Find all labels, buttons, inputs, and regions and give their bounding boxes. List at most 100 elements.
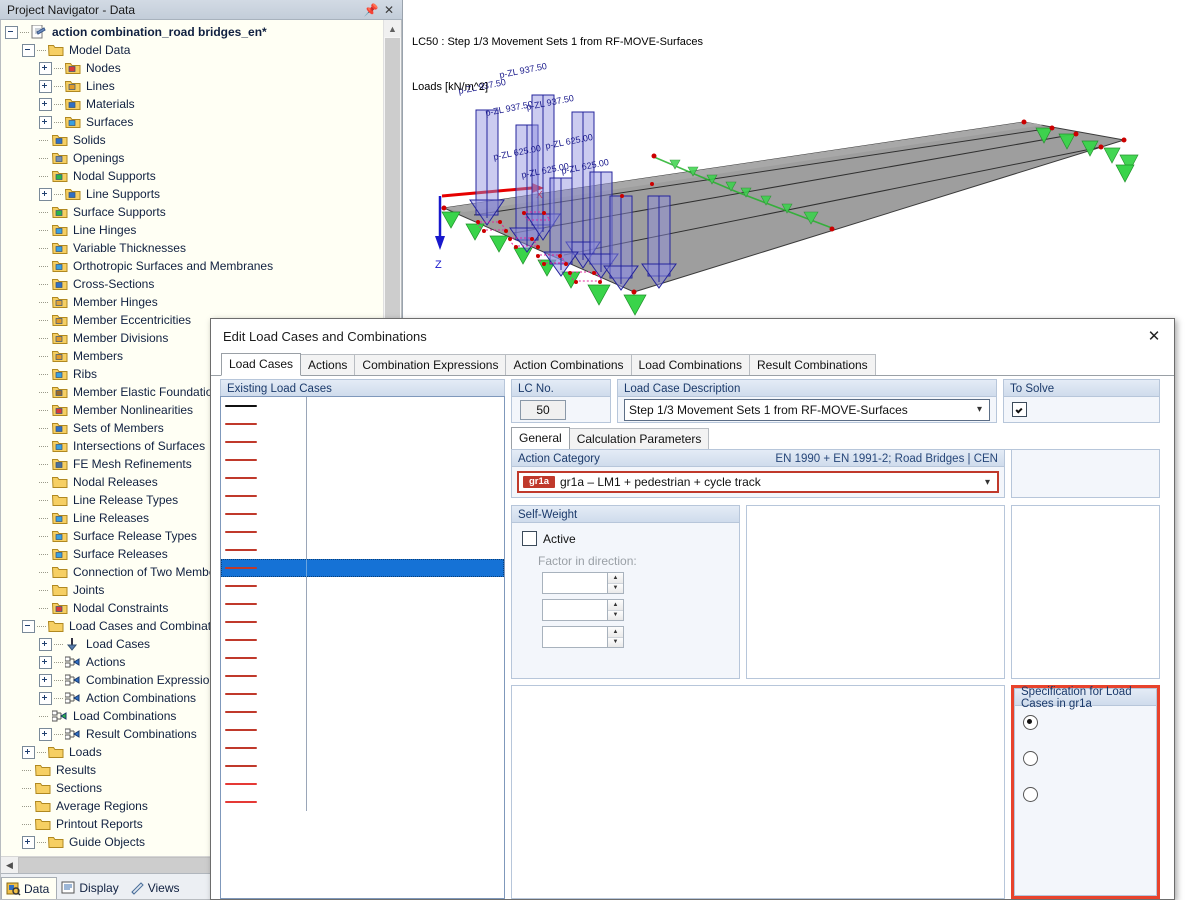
dialog-tab-result-combinations[interactable]: Result Combinations	[748, 354, 876, 375]
navigator-tab-display[interactable]: Display	[57, 877, 125, 899]
tree-item-orthotropic-surfaces-and-membranes[interactable]: Orthotropic Surfaces and Membranes	[1, 257, 384, 275]
collapse-icon[interactable]	[22, 853, 35, 854]
tree-item-materials[interactable]: Materials	[1, 95, 384, 113]
self-weight-active-checkbox[interactable]	[522, 531, 537, 546]
specification-radio[interactable]	[1023, 787, 1038, 802]
specification-radio[interactable]	[1023, 751, 1038, 766]
specification-option[interactable]	[1023, 751, 1148, 766]
load-case-row[interactable]	[221, 631, 504, 649]
tree-item-solids[interactable]: Solids	[1, 131, 384, 149]
expand-icon[interactable]	[22, 835, 35, 849]
navigator-vscroll-thumb[interactable]	[385, 38, 400, 318]
specification-option[interactable]	[1023, 787, 1148, 802]
collapse-icon[interactable]	[5, 25, 18, 39]
action-category-combo[interactable]: gr1a gr1a – LM1 + pedestrian + cycle tra…	[517, 471, 999, 493]
navigator-tab-views[interactable]: Views	[126, 877, 187, 899]
dialog-tab-load-combinations[interactable]: Load Combinations	[630, 354, 750, 375]
expand-icon[interactable]	[39, 61, 52, 75]
tree-item-cross-sections[interactable]: Cross-Sections	[1, 275, 384, 293]
expand-icon[interactable]	[39, 79, 52, 93]
tree-item-model-data[interactable]: Model Data	[1, 41, 384, 59]
expand-icon[interactable]	[39, 727, 52, 741]
chevron-left-icon[interactable]: ◀	[1, 858, 18, 873]
stepper-up-icon[interactable]: ▲	[608, 600, 623, 610]
load-case-row[interactable]	[221, 703, 504, 721]
expand-icon[interactable]	[22, 745, 35, 759]
self-weight-factor-input[interactable]	[543, 573, 607, 593]
load-case-row[interactable]	[221, 541, 504, 559]
dialog-tab-combination-expressions[interactable]: Combination Expressions	[354, 354, 507, 375]
collapse-icon[interactable]	[22, 619, 35, 633]
tree-item-surface-supports[interactable]: Surface Supports	[1, 203, 384, 221]
load-case-row[interactable]	[221, 523, 504, 541]
specification-radio[interactable]	[1023, 715, 1038, 730]
self-weight-factor-input[interactable]	[543, 600, 607, 620]
tree-item-nodal-supports[interactable]: Nodal Supports	[1, 167, 384, 185]
model-viewport[interactable]: LC50 : Step 1/3 Movement Sets 1 from RF-…	[404, 0, 1200, 318]
stepper-down-icon[interactable]: ▼	[608, 609, 623, 620]
pin-icon[interactable]: 📌	[362, 2, 380, 18]
dialog-tab-load-cases[interactable]: Load Cases	[221, 353, 302, 376]
load-case-row[interactable]	[221, 793, 504, 811]
expand-icon[interactable]	[39, 691, 52, 705]
dialog-sub-tabs[interactable]: General Calculation Parameters	[511, 427, 1160, 450]
stepper-buttons[interactable]: ▲ ▼	[607, 600, 623, 620]
dialog-tabs[interactable]: Load Cases Actions Combination Expressions…	[211, 353, 1174, 376]
collapse-icon[interactable]	[22, 43, 35, 57]
chevron-up-icon[interactable]: ▲	[384, 20, 401, 37]
to-solve-checkbox[interactable]	[1012, 402, 1027, 417]
tree-item-nodes[interactable]: Nodes	[1, 59, 384, 77]
tree-item-lines[interactable]: Lines	[1, 77, 384, 95]
self-weight-active-row[interactable]: Active	[522, 531, 729, 546]
dialog-tab-actions[interactable]: Actions	[300, 354, 356, 375]
stepper-buttons[interactable]: ▲ ▼	[607, 627, 623, 647]
load-case-description-combo[interactable]: Step 1/3 Movement Sets 1 from RF-MOVE-Su…	[624, 398, 990, 421]
load-case-row[interactable]	[221, 685, 504, 703]
expand-icon[interactable]	[39, 115, 52, 129]
specification-options[interactable]	[1023, 715, 1148, 802]
load-case-row[interactable]	[221, 397, 504, 415]
lc-no-input[interactable]: 50	[520, 399, 566, 420]
load-case-row[interactable]	[221, 559, 504, 577]
sub-tab-calculation-parameters[interactable]: Calculation Parameters	[568, 428, 710, 449]
expand-icon[interactable]	[39, 97, 52, 111]
load-case-row[interactable]	[221, 451, 504, 469]
tree-item-openings[interactable]: Openings	[1, 149, 384, 167]
expand-icon[interactable]	[39, 655, 52, 669]
load-case-row[interactable]	[221, 415, 504, 433]
load-cases-list[interactable]	[220, 396, 505, 899]
load-case-row[interactable]	[221, 595, 504, 613]
load-case-row[interactable]	[221, 433, 504, 451]
navigator-tab-data[interactable]: Data	[1, 877, 58, 899]
self-weight-factor-input[interactable]	[543, 627, 607, 647]
self-weight-factor-stepper[interactable]: ▲ ▼	[542, 626, 624, 648]
load-case-row[interactable]	[221, 757, 504, 775]
close-icon[interactable]: ✕	[380, 2, 398, 18]
tree-item-variable-thicknesses[interactable]: Variable Thicknesses	[1, 239, 384, 257]
expand-icon[interactable]	[39, 637, 52, 651]
load-case-row[interactable]	[221, 775, 504, 793]
sub-tab-general[interactable]: General	[511, 427, 570, 450]
load-case-row[interactable]	[221, 667, 504, 685]
load-case-row[interactable]	[221, 613, 504, 631]
self-weight-factor-stepper[interactable]: ▲ ▼	[542, 599, 624, 621]
load-case-row[interactable]	[221, 505, 504, 523]
stepper-down-icon[interactable]: ▼	[608, 636, 623, 647]
tree-item-surfaces[interactable]: Surfaces	[1, 113, 384, 131]
stepper-up-icon[interactable]: ▲	[608, 573, 623, 583]
stepper-buttons[interactable]: ▲ ▼	[607, 573, 623, 593]
chevron-down-icon[interactable]: ▾	[977, 404, 985, 415]
chevron-down-icon[interactable]: ▾	[985, 477, 993, 488]
expand-icon[interactable]	[39, 187, 52, 201]
load-case-row[interactable]	[221, 649, 504, 667]
load-case-row[interactable]	[221, 721, 504, 739]
close-icon[interactable]: ✕	[1140, 324, 1168, 348]
tree-item-line-supports[interactable]: Line Supports	[1, 185, 384, 203]
load-case-row[interactable]	[221, 469, 504, 487]
dialog-tab-action-combinations[interactable]: Action Combinations	[505, 354, 632, 375]
edit-load-cases-dialog[interactable]: Edit Load Cases and Combinations ✕ Load …	[210, 318, 1175, 900]
load-case-row[interactable]	[221, 487, 504, 505]
tree-item-action-combination-road-bridges-en[interactable]: action combination_road bridges_en*	[1, 23, 384, 41]
tree-item-member-hinges[interactable]: Member Hinges	[1, 293, 384, 311]
load-case-row[interactable]	[221, 739, 504, 757]
